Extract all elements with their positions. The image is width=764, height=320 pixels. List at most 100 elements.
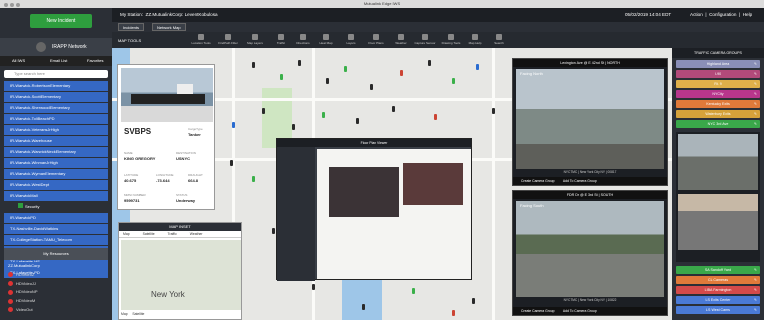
- tab-email-list[interactable]: Email List: [38, 56, 75, 66]
- tree-item[interactable]: IR-Warwick-WestDept: [4, 179, 108, 191]
- map-marker[interactable]: [262, 108, 265, 114]
- camera-group[interactable]: SA Sandoff Yard ✎: [676, 266, 760, 274]
- inset-tab-weather[interactable]: Weather: [190, 232, 203, 236]
- tree-item[interactable]: IR-Warwick-Warehouse: [4, 135, 108, 147]
- map-tools-label[interactable]: MAP TOOLS: [118, 38, 141, 43]
- resource-item[interactable]: HDVideoNP: [4, 288, 108, 297]
- tree-item[interactable]: IR-Warwick-RobertsonElementary: [4, 81, 108, 92]
- my-resources-header[interactable]: My Resources: [4, 248, 108, 260]
- tree-item[interactable]: IR-WarwickPD: [4, 212, 108, 224]
- camera-group[interactable]: Rt. 9 ✎: [676, 80, 760, 88]
- resource-item[interactable]: VideoOut: [4, 306, 108, 315]
- map-marker[interactable]: [298, 60, 301, 66]
- new-incident-button[interactable]: New Incident: [30, 14, 92, 28]
- camera-thumbnail[interactable]: [678, 194, 758, 250]
- inset-tab-satellite[interactable]: Satellite: [143, 232, 155, 236]
- camera-video[interactable]: Facing South: [516, 201, 664, 297]
- tool-map-help[interactable]: Map Help: [464, 34, 486, 47]
- camera-group-preview[interactable]: [676, 132, 760, 262]
- tree-item[interactable]: IR-Warwick-ScottElementary: [4, 91, 108, 103]
- inset-bottom-satellite[interactable]: Satellite: [132, 312, 144, 316]
- map-marker[interactable]: [434, 114, 437, 120]
- inset-tab-traffic[interactable]: Traffic: [168, 232, 177, 236]
- tool-location[interactable]: Location Tools: [190, 34, 212, 47]
- camera-group[interactable]: LS Exits Center ✎: [676, 296, 760, 304]
- map-marker[interactable]: [322, 112, 325, 118]
- map-marker[interactable]: [412, 288, 415, 294]
- camera-group[interactable]: NYC 3rd Ave ✎: [676, 120, 760, 128]
- camera-group[interactable]: LIBA Farmington ✎: [676, 286, 760, 294]
- map-marker[interactable]: [362, 304, 365, 310]
- floor-camera-feed[interactable]: [329, 167, 399, 217]
- inset-tab-map[interactable]: Map: [123, 232, 130, 236]
- tab-network-map[interactable]: Network Map: [152, 23, 186, 31]
- map-marker[interactable]: [476, 64, 479, 70]
- tree-item[interactable]: IR-Warwick-WinmanJrHigh: [4, 157, 108, 169]
- map-marker[interactable]: [492, 108, 495, 114]
- map-marker[interactable]: [452, 310, 455, 316]
- camera-group[interactable]: Waterbury Exits ✎: [676, 110, 760, 118]
- map-marker[interactable]: [312, 284, 315, 290]
- map-marker[interactable]: [280, 74, 283, 80]
- map-marker[interactable]: [230, 160, 233, 166]
- map-marker[interactable]: [452, 78, 455, 84]
- add-to-camera-group-button[interactable]: Add To Camera Group: [563, 309, 597, 313]
- tool-drawing[interactable]: Drawing Tools: [440, 34, 462, 47]
- camera-thumbnail[interactable]: [678, 134, 758, 190]
- map-marker[interactable]: [392, 106, 395, 112]
- map-marker[interactable]: [400, 70, 403, 76]
- tree-item[interactable]: TX-CollegeStation-TAMU_Telecom: [4, 234, 108, 246]
- search-input[interactable]: Type search here: [4, 70, 108, 78]
- map-marker[interactable]: [252, 176, 255, 182]
- tool-search[interactable]: Search: [488, 34, 510, 47]
- tree-item[interactable]: IR-Warwick-ToliBeachPD: [4, 113, 108, 125]
- floor-camera-feed[interactable]: [403, 163, 463, 205]
- camera-video[interactable]: Facing North: [516, 69, 664, 169]
- camera-group[interactable]: Highland Area ✎: [676, 60, 760, 68]
- vessel-info-card[interactable]: SVBPS CargoType Tanker NAME KING GREGORY…: [117, 64, 215, 210]
- map-inset[interactable]: MAP INSET Map Satellite Traffic Weather …: [118, 222, 242, 320]
- map-marker[interactable]: [428, 60, 431, 66]
- map-marker[interactable]: [272, 228, 275, 234]
- create-camera-group-button[interactable]: Create Camera Group: [521, 179, 555, 183]
- camera-panel-north[interactable]: Lexington Ave @ E 42nd St | NORTH Facing…: [512, 58, 668, 186]
- tree-item[interactable]: IR-Warwick-WarwickNeckElementary: [4, 146, 108, 158]
- tab-favorites[interactable]: Favorites: [75, 56, 112, 66]
- map-marker[interactable]: [232, 122, 235, 128]
- map-marker[interactable]: [252, 62, 255, 68]
- inset-map-view[interactable]: New York: [121, 240, 241, 310]
- tool-traffic[interactable]: Traffic: [270, 34, 292, 47]
- tree-item[interactable]: TX-Nashville-DavidWatkins: [4, 223, 108, 235]
- tab-all-iws[interactable]: All IWS: [0, 56, 38, 66]
- tool-findpath[interactable]: FindPath Filter: [217, 34, 239, 47]
- tree-item[interactable]: IR-Warwick-VeteransJrHigh: [4, 124, 108, 136]
- menu-configuration[interactable]: Configuration: [709, 12, 736, 17]
- resource-item[interactable]: HDVideoM: [4, 297, 108, 306]
- tab-incidents[interactable]: Incidents: [118, 23, 145, 31]
- resource-item[interactable]: ZZ.MutualinkCorp: [4, 262, 108, 271]
- tool-layers[interactable]: Layers: [340, 34, 362, 47]
- tool-directions[interactable]: Directions: [292, 34, 314, 47]
- tree-item[interactable]: IR-Warwick-SherwoodElementary: [4, 102, 108, 114]
- camera-group[interactable]: I-90 ✎: [676, 70, 760, 78]
- camera-panel-south[interactable]: FDR Dr @ E 3rd St | SOUTH Facing South N…: [512, 190, 668, 316]
- resource-item[interactable]: HDVideoZ: [4, 271, 108, 280]
- floor-plan-viewer[interactable]: Floor Plan Viewer: [276, 138, 472, 281]
- tool-map-layers[interactable]: Map Layers: [244, 34, 266, 47]
- map-marker[interactable]: [472, 298, 475, 304]
- resource-item[interactable]: HDVideoJJ: [4, 280, 108, 289]
- map-marker[interactable]: [344, 66, 347, 72]
- tree-subitem-security[interactable]: Security: [4, 201, 108, 213]
- camera-group[interactable]: LS West Cams ✎: [676, 306, 760, 314]
- menu-action[interactable]: Action: [690, 12, 703, 17]
- map-marker[interactable]: [326, 78, 329, 84]
- tree-item[interactable]: IR-WarwickMall: [4, 190, 108, 202]
- floor-plan-sidebar[interactable]: [277, 147, 315, 281]
- add-to-camera-group-button[interactable]: Add To Camera Group: [563, 179, 597, 183]
- camera-group[interactable]: Kentucky Exits ✎: [676, 100, 760, 108]
- tree-item[interactable]: IR-Warwick-WymanElementary: [4, 168, 108, 180]
- create-camera-group-button[interactable]: Create Camera Group: [521, 309, 555, 313]
- tool-weather[interactable]: Weather: [390, 34, 412, 47]
- tool-capture-sensor[interactable]: Capture Sensor: [414, 34, 436, 47]
- map-marker[interactable]: [356, 118, 359, 124]
